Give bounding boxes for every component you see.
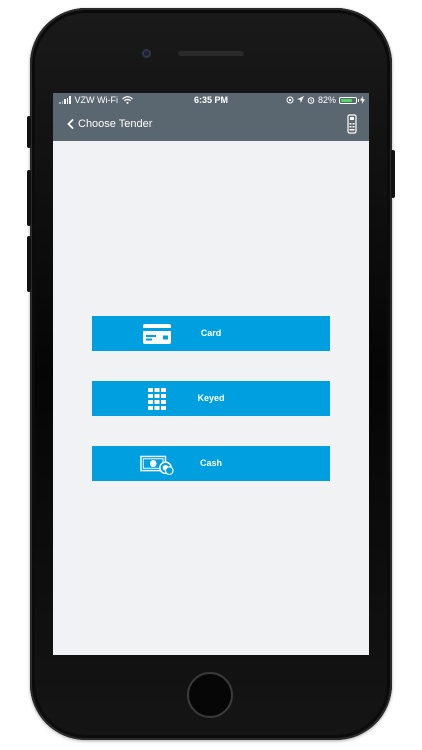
power-button — [391, 150, 395, 198]
card-label: Card — [200, 328, 222, 338]
back-button[interactable]: Choose Tender — [67, 107, 152, 141]
mute-switch — [27, 116, 31, 148]
alarm-icon — [307, 97, 315, 104]
keyed-button[interactable]: Keyed — [92, 381, 330, 416]
location-icon — [296, 96, 304, 103]
earpiece-speaker — [178, 51, 244, 56]
orientation-lock-icon — [286, 96, 294, 104]
front-camera — [142, 49, 151, 58]
card-button[interactable]: Card — [92, 316, 330, 351]
app-screen: VZW Wi-Fi 6:35 PM 82% Choose Tender Card… — [53, 93, 369, 655]
keyed-label: Keyed — [197, 393, 225, 403]
chevron-left-icon — [67, 119, 74, 129]
card-reader-icon[interactable] — [347, 114, 357, 139]
home-button[interactable] — [187, 672, 233, 718]
battery-icon — [339, 96, 359, 104]
volume-up-button — [27, 170, 31, 226]
battery-percent: 82% — [317, 95, 336, 105]
back-label: Choose Tender — [78, 118, 153, 130]
cash-label: Cash — [199, 458, 222, 468]
nav-bar: Choose Tender — [53, 107, 369, 141]
battery-fill — [341, 98, 353, 102]
status-bar: VZW Wi-Fi 6:35 PM 82% — [53, 93, 369, 107]
volume-down-button — [27, 236, 31, 292]
charging-icon — [360, 96, 365, 104]
cash-button[interactable]: Cash — [92, 446, 330, 481]
